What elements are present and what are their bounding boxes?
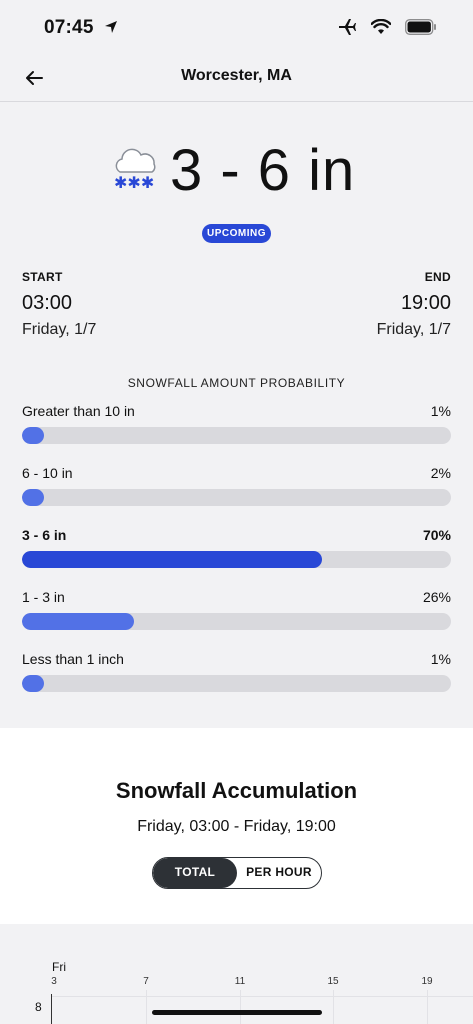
end-time: 19:00: [400, 292, 451, 314]
home-indicator[interactable]: [152, 1010, 322, 1015]
status-icons: [337, 18, 437, 36]
probability-percent: 1%: [430, 403, 451, 419]
probability-fill: [22, 675, 44, 692]
nav-bar: Worcester, MA: [0, 56, 473, 102]
status-time: 07:45: [44, 17, 94, 38]
probability-track: [22, 427, 451, 444]
probability-fill: [22, 613, 134, 630]
probability-row: 3 - 6 in 70%: [22, 527, 451, 577]
probability-title: SNOWFALL AMOUNT PROBABILITY: [127, 376, 346, 390]
status-badge: UPCOMING: [202, 224, 271, 243]
probability-track: [22, 613, 451, 630]
y-axis: [51, 994, 52, 1024]
wifi-icon: [371, 19, 391, 34]
probability-track: [22, 489, 451, 506]
probability-percent: 2%: [430, 465, 451, 481]
probability-label: 1 - 3 in: [22, 589, 65, 605]
time-range: START 03:00 Friday, 1/7 END 19:00 Friday…: [22, 270, 451, 340]
x-tick-label: 15: [327, 976, 339, 987]
accumulation-chart: Fri 3 7 11 15 19 8: [0, 924, 473, 1024]
probability-fill: [22, 551, 323, 568]
airplane-icon: [339, 19, 356, 35]
start-time: 03:00: [22, 292, 73, 314]
snowfall-hero: ✱✱✱ 3 - 6 in: [0, 136, 473, 206]
probability-fill: [22, 489, 44, 506]
probability-fill: [22, 427, 44, 444]
probability-label: Less than 1 inch: [22, 651, 124, 667]
probability-label: 6 - 10 in: [22, 465, 73, 481]
view-toggle: TOTAL PER HOUR: [152, 857, 322, 889]
probability-track: [22, 551, 451, 568]
probability-label: Greater than 10 in: [22, 403, 135, 419]
x-tick-label: 7: [143, 976, 149, 987]
end-block: END 19:00 Friday, 1/7: [377, 270, 451, 339]
toggle-total[interactable]: TOTAL: [153, 858, 237, 888]
grid-line: [51, 996, 473, 997]
probability-label: 3 - 6 in: [22, 527, 67, 543]
page-title: Worcester, MA: [181, 67, 292, 84]
x-tick-label: 3: [51, 976, 57, 987]
svg-text:✱✱✱: ✱✱✱: [114, 173, 154, 192]
accumulation-title: Snowfall Accumulation: [115, 778, 358, 803]
snowfall-amount: 3 - 6 in: [170, 138, 356, 203]
probability-row: Greater than 10 in 1%: [22, 403, 451, 453]
chart-day-label: Fri: [52, 960, 66, 974]
y-tick-label: 8: [35, 1000, 42, 1014]
start-date: Friday, 1/7: [22, 321, 97, 338]
x-tick-label: 19: [421, 976, 433, 987]
probability-percent: 26%: [422, 589, 451, 605]
probability-row: 6 - 10 in 2%: [22, 465, 451, 515]
location-arrow-icon: [105, 21, 117, 33]
probability-row: Less than 1 inch 1%: [22, 651, 451, 701]
end-label: END: [424, 270, 451, 284]
end-date: Friday, 1/7: [376, 321, 451, 338]
accumulation-section: Snowfall Accumulation Friday, 03:00 - Fr…: [0, 728, 473, 924]
start-block: START 03:00 Friday, 1/7: [22, 270, 96, 339]
probability-track: [22, 675, 451, 692]
toggle-per-hour[interactable]: PER HOUR: [237, 858, 321, 888]
accumulation-subtitle: Friday, 03:00 - Friday, 19:00: [137, 818, 336, 835]
status-bar: 07:45: [0, 0, 473, 56]
battery-icon: [405, 19, 436, 35]
snow-cloud-icon: ✱✱✱: [114, 148, 156, 192]
start-label: START: [22, 270, 63, 284]
probability-percent: 1%: [430, 651, 451, 667]
probability-row: 1 - 3 in 26%: [22, 589, 451, 639]
x-tick-label: 11: [234, 976, 246, 987]
probability-percent: 70%: [422, 527, 451, 543]
